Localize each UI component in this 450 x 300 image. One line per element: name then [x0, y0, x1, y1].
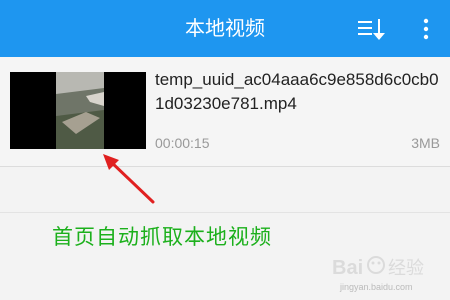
- svg-text:Bai: Bai: [332, 257, 363, 279]
- watermark-url: jingyan.baidu.com: [340, 282, 413, 292]
- sort-icon[interactable]: [356, 14, 386, 44]
- svg-text:经验: 经验: [388, 258, 424, 279]
- annotation-arrow-icon: [103, 154, 155, 204]
- annotation-caption: 首页自动抓取本地视频: [52, 225, 272, 249]
- video-size: 3MB: [411, 135, 440, 151]
- list-divider: [0, 166, 450, 167]
- video-duration: 00:00:15: [155, 135, 210, 151]
- app-header: 本地视频: [0, 0, 450, 57]
- list-divider: [0, 212, 450, 213]
- video-file-name: temp_uuid_ac04aaa6c9e858d6c0cb01d03230e7…: [155, 70, 439, 113]
- more-vert-icon[interactable]: [414, 14, 438, 44]
- video-list-item[interactable]: temp_uuid_ac04aaa6c9e858d6c0cb01d03230e7…: [0, 57, 450, 166]
- video-thumbnail[interactable]: [10, 72, 146, 149]
- video-thumbnail-image: [56, 72, 104, 149]
